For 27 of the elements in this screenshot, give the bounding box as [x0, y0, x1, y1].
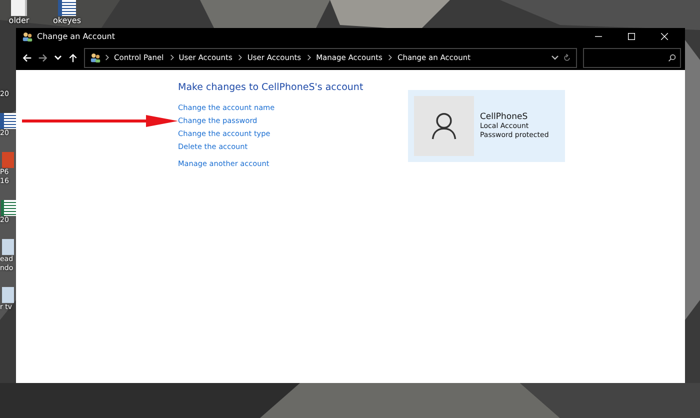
forward-icon[interactable] — [38, 52, 48, 62]
search-icon — [668, 54, 676, 62]
chevron-icon — [388, 54, 394, 61]
users-icon — [90, 52, 101, 63]
window-title: Change an Account — [37, 32, 115, 41]
document-icon[interactable] — [58, 0, 76, 16]
refresh-icon[interactable] — [563, 54, 571, 62]
chevron-icon — [238, 54, 244, 61]
maximize-icon[interactable] — [628, 33, 635, 40]
document-icon[interactable] — [0, 113, 16, 129]
desktop-icon-label: okeyes — [53, 16, 81, 25]
chevron-icon — [105, 54, 110, 61]
user-icon — [431, 112, 457, 140]
search-field[interactable] — [583, 48, 681, 68]
up-icon[interactable] — [68, 52, 78, 62]
close-icon[interactable] — [661, 33, 668, 40]
chevron-icon — [170, 54, 175, 61]
dropdown-icon[interactable] — [551, 54, 559, 62]
desktop-icon-label: older — [8, 16, 30, 25]
users-icon — [22, 31, 33, 42]
account-name: CellPhoneS — [480, 112, 529, 122]
back-icon[interactable] — [22, 52, 32, 62]
spreadsheet-icon[interactable] — [0, 200, 16, 216]
minimize-icon[interactable] — [595, 33, 602, 40]
dropdown-icon[interactable] — [54, 54, 62, 62]
chevron-icon — [307, 54, 312, 61]
page-heading: Make changes to CellPhoneS's account — [178, 82, 364, 93]
